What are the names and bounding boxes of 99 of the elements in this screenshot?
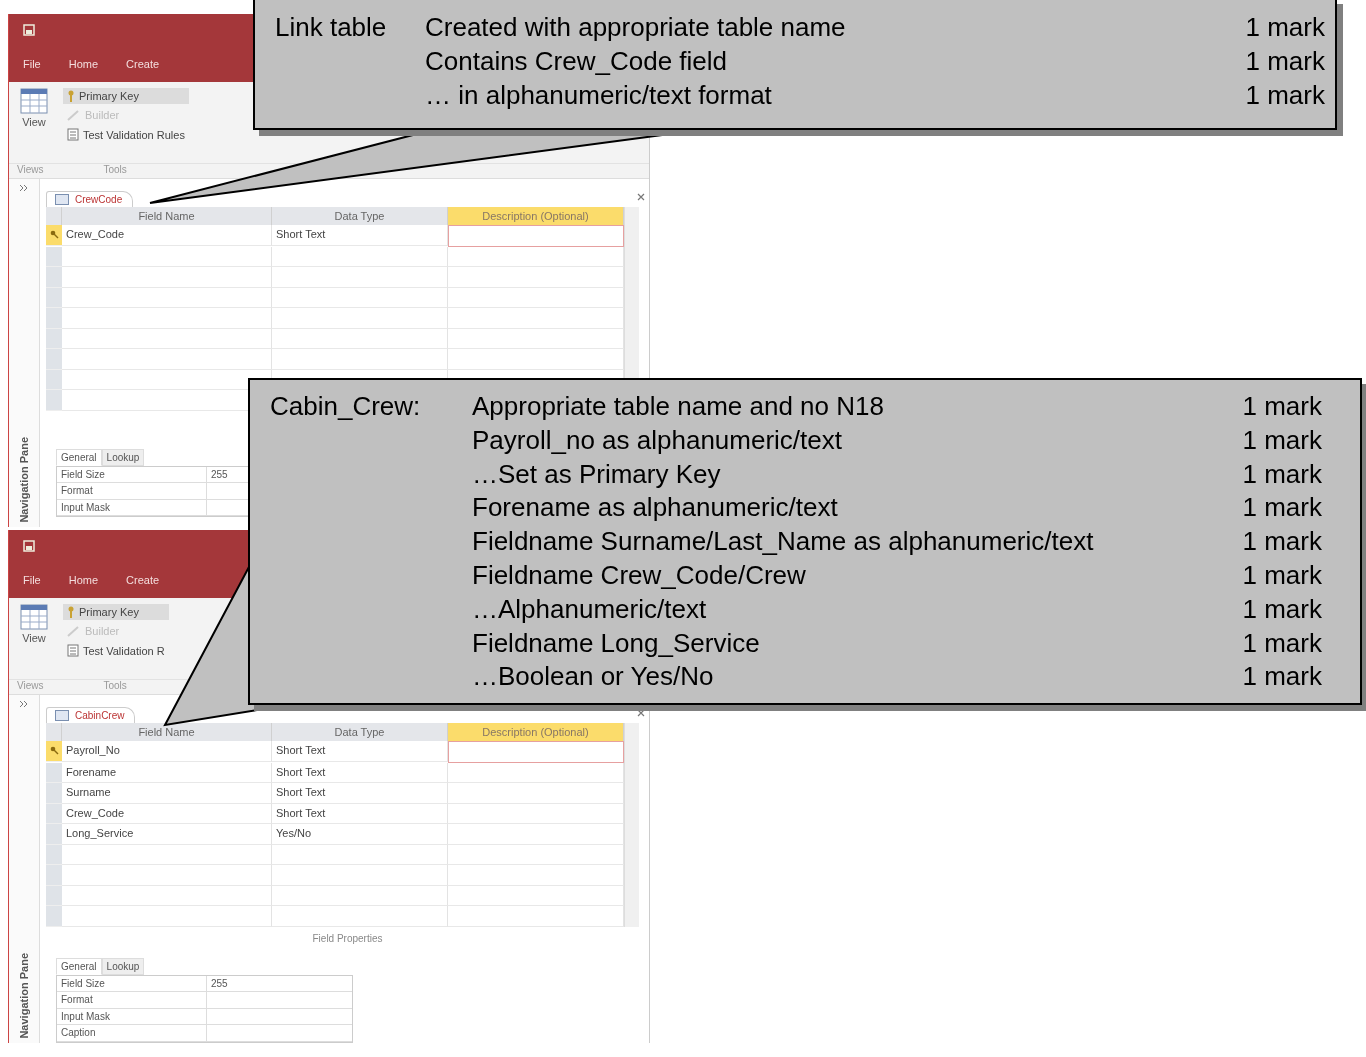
- section-label: Field Properties: [312, 932, 383, 944]
- mark-value: 1 mark: [1242, 492, 1322, 524]
- column-header[interactable]: Field Name: [62, 723, 272, 741]
- table-cell[interactable]: Crew_Code: [62, 803, 272, 824]
- property-name: Input Mask: [57, 499, 207, 516]
- mark-value: 1 mark: [1245, 45, 1325, 77]
- validation-button[interactable]: Test Validation Rules: [63, 126, 189, 143]
- property-name: Input Mask: [57, 1008, 207, 1025]
- table-cell[interactable]: Payroll_No: [62, 741, 272, 762]
- validation-button[interactable]: Test Validation R: [63, 642, 169, 659]
- mark-criterion: …Boolean or Yes/No: [472, 661, 715, 693]
- property-tab[interactable]: General: [56, 448, 102, 466]
- mark-criterion: …Alphanumeric/text: [472, 593, 708, 625]
- scrollbar[interactable]: [624, 723, 639, 927]
- mark-criterion: …Set as Primary Key: [472, 458, 722, 490]
- mark-criterion: Created with appropriate table name: [425, 12, 847, 43]
- mark-value: 1 mark: [1245, 12, 1325, 43]
- document-tab[interactable]: CrewCode: [46, 191, 134, 207]
- group-label: Tools: [103, 164, 127, 175]
- navigation-pane-label[interactable]: Navigation Pane: [18, 437, 30, 523]
- expand-icon[interactable]: [20, 701, 28, 707]
- ribbon-tab[interactable]: File: [23, 574, 41, 586]
- save-icon[interactable]: [23, 540, 35, 552]
- mark-value: 1 mark: [1242, 424, 1322, 456]
- mark-criterion: … in alphanumeric/text format: [425, 79, 773, 111]
- property-value[interactable]: 255: [207, 975, 352, 992]
- mark-criterion: Fieldname Surname/Last_Name as alphanumeric/text: [472, 526, 1095, 557]
- property-tab[interactable]: General: [56, 957, 102, 975]
- key-icon: [67, 606, 75, 618]
- ribbon-tab[interactable]: Home: [68, 58, 99, 70]
- property-name: Caption: [57, 1025, 207, 1042]
- mark-criterion: Payroll_no as alphanumeric/text: [472, 424, 843, 456]
- mark-value: 1 mark: [1242, 391, 1322, 422]
- group-label: Tools: [103, 680, 127, 691]
- ribbon-tab[interactable]: Create: [126, 58, 160, 70]
- property-name: Format: [57, 483, 207, 500]
- property-tab[interactable]: Lookup: [101, 957, 145, 975]
- property-name: Field Size: [57, 975, 207, 992]
- table-cell[interactable]: Long_Service: [62, 824, 272, 845]
- mark-criterion: Contains Crew_Code field: [425, 45, 729, 77]
- navigation-pane-label[interactable]: Navigation Pane: [18, 953, 30, 1039]
- primary-key-button[interactable]: Primary Key: [63, 604, 169, 620]
- table-cell[interactable]: Yes/No: [272, 824, 448, 845]
- ribbon-tab[interactable]: File: [23, 58, 41, 70]
- mark-value: 1 mark: [1245, 79, 1325, 111]
- table-icon: [20, 604, 48, 630]
- mark-value: 1 mark: [1242, 627, 1322, 659]
- column-header[interactable]: Data Type: [272, 207, 448, 225]
- mark-value: 1 mark: [1242, 593, 1322, 625]
- table-cell[interactable]: [448, 741, 624, 763]
- wand-icon: [67, 625, 81, 637]
- property-name: Field Size: [57, 466, 207, 483]
- mark-value: 1 mark: [1242, 560, 1322, 591]
- table-cell[interactable]: Surname: [62, 783, 272, 804]
- column-header[interactable]: Data Type: [272, 723, 448, 741]
- ribbon-tab[interactable]: Home: [68, 574, 99, 586]
- table-cell[interactable]: Short Text: [272, 225, 448, 246]
- header-corner: [46, 723, 62, 741]
- expand-icon[interactable]: [20, 185, 28, 191]
- property-name: Format: [57, 992, 207, 1009]
- key-icon: [67, 90, 75, 102]
- primary-key-button[interactable]: Primary Key: [63, 88, 189, 104]
- mark-criterion: Appropriate table name and no N18: [472, 391, 885, 422]
- group-label: Views: [17, 680, 44, 691]
- wand-icon: [67, 109, 81, 121]
- table-cell[interactable]: Forename: [62, 762, 272, 783]
- rules-icon: [67, 644, 79, 657]
- mark-criterion: Fieldname Long_Service: [472, 627, 761, 659]
- save-icon[interactable]: [23, 24, 35, 36]
- mark-criterion: Forename as alphanumeric/text: [472, 492, 839, 524]
- table-cell[interactable]: Short Text: [272, 803, 448, 824]
- mark-value: 1 mark: [1242, 458, 1322, 490]
- table-icon: [20, 88, 48, 114]
- mark-value: 1 mark: [1242, 526, 1322, 557]
- view-button[interactable]: View: [17, 604, 51, 679]
- table-cell[interactable]: Crew_Code: [62, 225, 272, 246]
- row-selector[interactable]: [46, 225, 62, 246]
- table-icon: [55, 194, 69, 205]
- callout-label: Link table: [275, 12, 388, 43]
- key-icon: [49, 230, 59, 240]
- close-icon[interactable]: [637, 193, 645, 201]
- table-icon: [55, 710, 69, 721]
- group-label: Views: [17, 164, 44, 175]
- table-cell[interactable]: Short Text: [272, 741, 448, 762]
- header-corner: [46, 207, 62, 225]
- mark-criterion: Fieldname Crew_Code/Crew: [472, 560, 807, 591]
- mark-value: 1 mark: [1242, 661, 1322, 693]
- table-cell[interactable]: Short Text: [272, 762, 448, 783]
- ribbon-tab[interactable]: Create: [126, 574, 160, 586]
- property-tab[interactable]: Lookup: [101, 448, 145, 466]
- document-tab[interactable]: CabinCrew: [46, 707, 136, 723]
- view-button[interactable]: View: [17, 88, 51, 163]
- table-cell[interactable]: [448, 225, 624, 247]
- table-cell[interactable]: Short Text: [272, 783, 448, 804]
- callout-label: Cabin_Crew:: [270, 391, 422, 422]
- row-selector[interactable]: [46, 741, 62, 762]
- key-icon: [49, 746, 59, 756]
- rules-icon: [67, 128, 79, 141]
- column-header[interactable]: Field Name: [62, 207, 272, 225]
